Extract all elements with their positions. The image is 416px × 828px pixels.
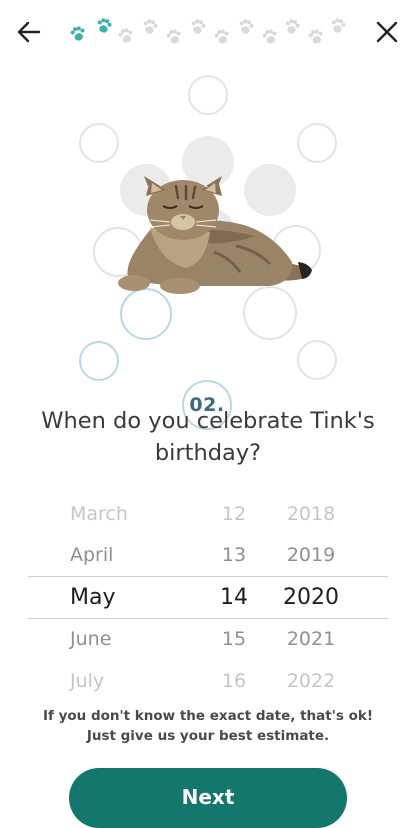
year-option[interactable]: 2021 <box>270 624 352 654</box>
hint-line-2: Just give us your best estimate. <box>86 728 330 744</box>
hero-illustration: 02. <box>0 64 416 430</box>
day-option[interactable]: 16 <box>208 666 260 694</box>
year-wheel[interactable]: 2018 2019 2020 2021 2022 <box>270 494 352 694</box>
day-wheel[interactable]: 12 13 14 15 16 <box>208 494 260 694</box>
month-option[interactable]: June <box>70 624 210 654</box>
month-option[interactable]: April <box>70 540 210 570</box>
day-option[interactable]: 13 <box>208 540 260 570</box>
month-option-selected[interactable]: May <box>70 583 210 613</box>
top-bar <box>0 0 416 64</box>
progress-paw-prints <box>69 17 347 46</box>
decorative-circles <box>79 75 337 381</box>
close-icon <box>376 21 398 43</box>
day-option-selected[interactable]: 14 <box>208 583 260 613</box>
birthday-date-picker[interactable]: March April May June July 12 13 14 15 16… <box>0 494 416 694</box>
day-option[interactable]: 15 <box>208 624 260 654</box>
month-wheel[interactable]: March April May June July <box>70 494 210 694</box>
question-title: When do you celebrate Tink's birthday? <box>41 408 375 466</box>
arrow-left-icon <box>17 21 41 43</box>
year-option-selected[interactable]: 2020 <box>270 583 352 613</box>
back-button[interactable] <box>14 17 44 47</box>
year-option[interactable]: 2018 <box>270 499 352 529</box>
month-option[interactable]: March <box>70 499 210 529</box>
estimate-hint: If you don't know the exact date, that's… <box>30 706 386 746</box>
close-button[interactable] <box>372 17 402 47</box>
year-option[interactable]: 2019 <box>270 540 352 570</box>
hint-line-1: If you don't know the exact date, that's… <box>42 708 374 724</box>
day-option[interactable]: 12 <box>208 499 260 529</box>
year-option[interactable]: 2022 <box>270 666 352 694</box>
month-option[interactable]: July <box>70 666 210 694</box>
next-button[interactable]: Next <box>69 768 347 828</box>
